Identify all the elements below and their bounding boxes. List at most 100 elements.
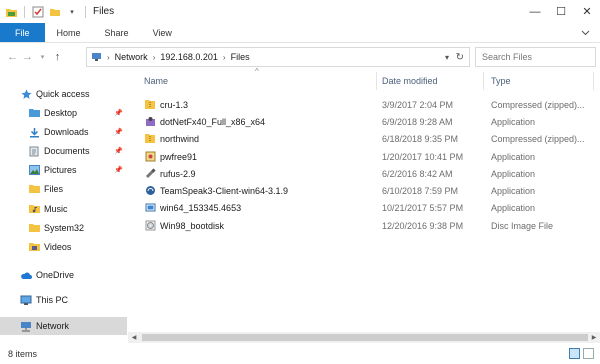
title-bar: ▾ Files — ☐ ✕ <box>0 0 600 23</box>
address-dropdown-icon[interactable]: ▾ <box>445 53 449 62</box>
sidebar-item-network[interactable]: Network <box>0 317 127 335</box>
address-bar[interactable]: › Network › 192.168.0.201 › Files ▾ ↻ <box>86 47 470 67</box>
pin-icon[interactable]: 📌 <box>114 109 123 117</box>
column-type[interactable]: Type <box>483 72 593 90</box>
recent-locations-icon[interactable]: ▾ <box>36 53 49 61</box>
column-name[interactable]: Name <box>136 72 376 90</box>
sidebar-item-label: Music <box>44 204 68 214</box>
breadcrumb-separator-icon[interactable]: › <box>223 53 226 62</box>
navigation-buttons: ← → ▾ ↑ <box>0 51 64 63</box>
downloads-icon <box>28 126 40 138</box>
sidebar-item-videos[interactable]: Videos <box>0 238 127 256</box>
breadcrumb-host[interactable]: 192.168.0.201 <box>160 52 218 62</box>
sidebar-item-onedrive[interactable]: OneDrive <box>0 266 127 284</box>
scroll-left-icon[interactable]: ◀ <box>128 332 140 343</box>
sidebar-item-this-pc[interactable]: This PC <box>0 291 127 309</box>
tab-home[interactable]: Home <box>45 23 93 42</box>
sidebar-item-desktop[interactable]: Desktop 📌 <box>0 104 127 122</box>
refresh-icon[interactable]: ↻ <box>456 52 464 63</box>
sidebar-item-music[interactable]: Music <box>0 200 127 218</box>
column-date[interactable]: Date modified <box>374 72 482 90</box>
file-date: 6/10/2018 7:59 PM <box>382 185 459 196</box>
star-icon <box>20 88 32 100</box>
pin-icon[interactable]: 📌 <box>114 166 123 174</box>
column-divider[interactable] <box>593 72 594 90</box>
file-name: cru-1.3 <box>160 99 189 110</box>
documents-icon <box>28 145 40 157</box>
breadcrumb-files[interactable]: Files <box>231 52 250 62</box>
sidebar-item-files[interactable]: Files <box>0 180 127 198</box>
tab-view[interactable]: View <box>141 23 184 42</box>
pictures-icon <box>28 164 40 176</box>
breadcrumb-separator-icon[interactable]: › <box>107 53 110 62</box>
file-name-cell: dotNetFx40_Full_x86_x64 <box>144 113 265 130</box>
usb-icon <box>144 168 156 180</box>
folder-app-icon <box>4 5 18 19</box>
folder-icon <box>28 222 40 234</box>
window-controls: — ☐ ✕ <box>522 0 600 23</box>
horizontal-scrollbar[interactable]: ◀ ▶ <box>128 332 600 343</box>
sidebar-item-label: Files <box>44 184 64 194</box>
minimize-button[interactable]: — <box>522 0 548 23</box>
forward-arrow-icon[interactable]: → <box>21 51 34 63</box>
pin-icon[interactable]: 📌 <box>114 147 123 155</box>
file-row[interactable]: rufus-2.9 6/2/2016 8:42 AM Application <box>128 165 600 182</box>
file-name-cell: TeamSpeak3-Client-win64-3.1.9 <box>144 182 288 199</box>
file-name-cell: Win98_bootdisk <box>144 217 224 234</box>
sidebar-item-pictures[interactable]: Pictures 📌 <box>0 161 127 179</box>
sidebar-item-documents[interactable]: Documents 📌 <box>0 142 127 160</box>
customize-toolbar-icon[interactable]: ▾ <box>65 5 79 19</box>
breadcrumb-network[interactable]: Network <box>115 52 148 62</box>
back-arrow-icon[interactable]: ← <box>6 51 19 63</box>
file-row[interactable]: pwfree91 1/20/2017 10:41 PM Application <box>128 148 600 165</box>
sidebar-item-quick-access[interactable]: Quick access <box>0 85 127 103</box>
sidebar-item-label: OneDrive <box>36 270 75 280</box>
file-name-cell: northwind <box>144 130 199 147</box>
details-view-icon[interactable] <box>569 348 580 359</box>
properties-icon[interactable] <box>31 5 45 19</box>
file-name-cell: pwfree91 <box>144 148 197 165</box>
file-name: win64_153345.4653 <box>160 202 242 213</box>
sidebar-item-label: Desktop <box>44 108 78 118</box>
tab-share[interactable]: Share <box>93 23 141 42</box>
breadcrumb-separator-icon[interactable]: › <box>153 53 156 62</box>
large-icons-view-icon[interactable] <box>583 348 594 359</box>
scroll-right-icon[interactable]: ▶ <box>588 332 600 343</box>
file-row[interactable]: dotNetFx40_Full_x86_x64 6/9/2018 9:28 AM… <box>128 113 600 130</box>
file-date: 6/9/2018 9:28 AM <box>382 116 453 127</box>
file-type: Compressed (zipped)... <box>491 99 585 110</box>
file-type: Application <box>491 202 536 213</box>
file-name: rufus-2.9 <box>160 168 196 179</box>
file-row[interactable]: win64_153345.4653 10/21/2017 5:57 PM App… <box>128 199 600 216</box>
view-toggle <box>569 348 594 359</box>
folder-icon <box>28 183 40 195</box>
sidebar-item-system32[interactable]: System32 <box>0 219 127 237</box>
ribbon-tabs: File Home Share View <box>0 23 600 43</box>
file-row[interactable]: northwind 6/18/2018 9:35 PM Compressed (… <box>128 130 600 147</box>
zip-icon <box>144 133 156 145</box>
up-arrow-icon[interactable]: ↑ <box>51 51 64 63</box>
scrollbar-thumb[interactable] <box>142 334 588 341</box>
file-type: Application <box>491 151 536 162</box>
pin-icon[interactable]: 📌 <box>114 128 123 136</box>
setup-icon <box>144 202 156 214</box>
file-row[interactable]: TeamSpeak3-Client-win64-3.1.9 6/10/2018 … <box>128 182 600 199</box>
close-button[interactable]: ✕ <box>574 0 600 23</box>
sidebar-item-label: Downloads <box>44 127 89 137</box>
file-date: 10/21/2017 5:57 PM <box>382 202 464 213</box>
sidebar-item-label: Pictures <box>44 165 77 175</box>
divider <box>24 5 25 18</box>
quick-access-toolbar: ▾ <box>0 5 89 19</box>
file-name-cell: win64_153345.4653 <box>144 199 241 216</box>
cloud-icon <box>20 269 32 281</box>
expand-ribbon-button[interactable] <box>570 23 600 42</box>
search-input[interactable]: Search Files <box>475 47 596 67</box>
tab-file[interactable]: File <box>0 23 45 42</box>
file-row[interactable]: Win98_bootdisk 12/20/2016 9:38 PM Disc I… <box>128 217 600 234</box>
app-icon <box>144 151 156 163</box>
disc-icon <box>144 220 156 232</box>
maximize-button[interactable]: ☐ <box>548 0 574 23</box>
new-folder-icon[interactable] <box>48 5 62 19</box>
sidebar-item-downloads[interactable]: Downloads 📌 <box>0 123 127 141</box>
file-row[interactable]: cru-1.3 3/9/2017 2:04 PM Compressed (zip… <box>128 96 600 113</box>
